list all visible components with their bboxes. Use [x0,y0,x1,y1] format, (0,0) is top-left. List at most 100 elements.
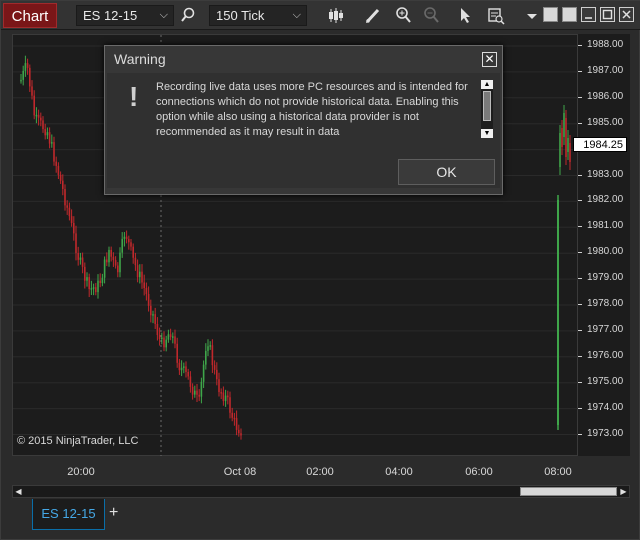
candle-body [33,95,35,116]
candle-body [209,345,211,347]
candle-body [196,390,198,395]
candle-body [202,364,205,382]
candle-body [227,395,229,398]
price-tick-label: 1980.00 [587,246,624,258]
candle-body [48,132,51,144]
time-tick-label: 08:00 [544,466,572,478]
warning-icon: ! [129,81,139,112]
candle-body [169,334,172,338]
candle-body [213,365,216,370]
candle-body [147,294,150,306]
message-scrollbar[interactable]: ▲ ▼ [481,80,493,138]
scroll-down-icon[interactable]: ▼ [481,129,493,138]
candle-body [189,376,192,387]
candle-body [84,266,86,281]
candle-body [99,280,101,284]
price-tick-label: 1985.00 [587,116,624,128]
candle-body [565,118,567,157]
candle-body [79,257,82,260]
candle-body [180,367,183,371]
price-axis[interactable]: 1988.001987.001986.001985.001984.001983.… [578,34,630,456]
chevron-down-icon: ⌵ [159,9,168,21]
candle-body [119,252,121,273]
pencil-icon[interactable] [363,5,383,26]
candle-body [235,418,238,430]
horizontal-scrollbar[interactable]: ◀ ▶ [12,485,630,498]
scroll-up-icon[interactable]: ▲ [481,80,493,89]
price-tick [578,45,582,46]
candle-body [106,259,108,263]
time-tick-label: 04:00 [385,466,413,478]
candle-body [88,277,90,290]
candle-body [198,394,200,397]
candle-body [238,429,240,434]
scroll-left-icon[interactable]: ◀ [14,487,23,496]
scroll-thumb[interactable] [520,487,617,496]
candle-body [229,397,231,413]
data-box-icon[interactable] [486,5,506,26]
candle-body [64,188,66,206]
candle-body [563,113,565,137]
warning-dialog: Warning ✕ ! Recording live data uses mor… [104,45,503,195]
candle-body [108,249,110,263]
candle-body [125,236,128,240]
zoom-in-icon[interactable] [394,5,414,26]
candle-body [165,339,167,348]
minimize-icon[interactable] [581,7,596,22]
candle-body [220,392,222,394]
zoom-out-icon[interactable] [422,5,442,26]
candle-body [224,395,227,402]
candle-body [97,280,99,293]
candle-body [81,257,84,267]
bar-type-icon[interactable] [326,5,346,26]
candle-body [20,79,22,82]
tab-es-12-15[interactable]: ES 12-15 [32,499,105,530]
price-tick [578,355,582,357]
chevron-down-icon: ⌵ [292,9,301,21]
price-tick-label: 1977.00 [587,323,624,335]
price-tick-label: 1986.00 [587,90,624,102]
candle-body [163,337,165,348]
scroll-right-icon[interactable]: ▶ [619,487,628,496]
candle-body [42,120,44,130]
price-tick-label: 1975.00 [587,375,624,387]
time-axis[interactable]: 20:00 Oct 08 02:00 04:00 06:00 08:00 [12,456,578,484]
add-tab-button[interactable]: + [109,504,118,522]
instrument-selector[interactable]: ES 12-15 ⌵ [76,5,174,26]
chart-title: Chart [3,3,57,28]
price-tick [578,252,582,254]
candle-body [139,271,141,278]
price-tick-label: 1982.00 [587,194,624,206]
price-tick [578,407,582,409]
message-scroll-thumb[interactable] [483,91,491,121]
search-icon[interactable] [178,5,198,26]
candle-body [101,277,104,284]
price-tick [578,122,582,124]
price-tick [578,96,582,98]
candle-body [132,246,134,258]
candle-body [183,366,185,368]
interval-selector[interactable]: 150 Tick ⌵ [209,5,307,26]
candle-body [240,433,242,436]
dialog-close-button[interactable]: ✕ [482,52,497,67]
candle-body [117,265,119,273]
dropdown-icon[interactable] [522,5,542,26]
ok-button[interactable]: OK [398,159,495,185]
tile-icon[interactable] [543,7,558,22]
maximize-icon[interactable] [600,7,615,22]
candle-body [103,259,106,278]
close-icon[interactable] [619,7,634,22]
candle-body [194,390,196,395]
candle-body [62,180,64,189]
tile-icon[interactable] [562,7,577,22]
price-tick [578,433,582,435]
dialog-message: Recording live data uses more PC resourc… [156,81,468,138]
candle-body [37,114,40,118]
cursor-icon[interactable] [456,5,476,26]
interval-value: 150 Tick [216,8,265,23]
candle-body [92,287,95,289]
candle-body [174,336,176,344]
candle-body [70,216,73,224]
price-tick [578,381,582,383]
candle-body [57,165,60,175]
